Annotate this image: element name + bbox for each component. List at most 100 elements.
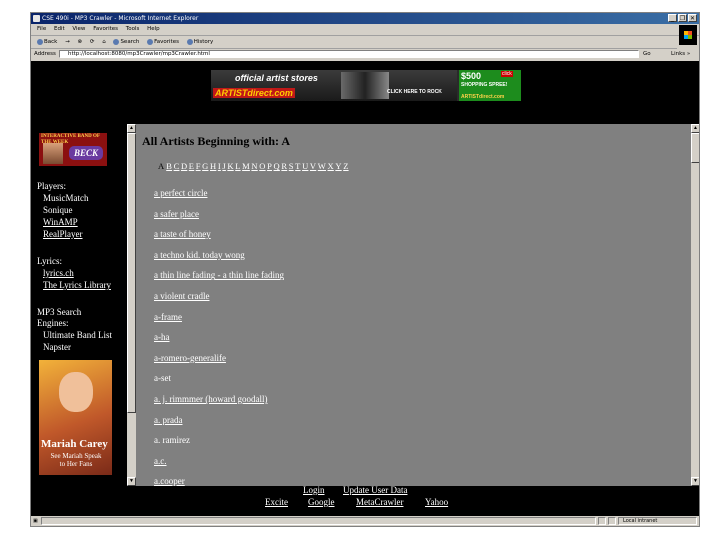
letter-link[interactable]: T (295, 161, 300, 171)
page-content: official artist stores ARTISTdirect.com … (31, 61, 699, 516)
mariah-carey-ad[interactable]: Mariah Carey See Mariah Speak to Her Fan… (39, 360, 112, 475)
menu-bar: File Edit View Favorites Tools Help (31, 24, 699, 36)
letter-link[interactable]: R (281, 161, 287, 171)
letter-link[interactable]: X (328, 161, 334, 171)
letter-link[interactable]: I (218, 161, 221, 171)
close-button[interactable]: ✕ (688, 14, 697, 22)
artist-link[interactable]: a taste of honey (154, 229, 211, 239)
letter-link[interactable]: F (196, 161, 201, 171)
footer-link-google[interactable]: Google (308, 497, 335, 507)
letter-link[interactable]: U (302, 161, 308, 171)
band-photo (43, 143, 63, 164)
promo-text: SHOPPING SPREE! (461, 82, 508, 88)
banner-brand: ARTISTdirect.com (213, 88, 295, 98)
scroll-thumb[interactable] (127, 133, 136, 413)
menu-tools[interactable]: Tools (126, 26, 140, 32)
letter-link[interactable]: W (318, 161, 326, 171)
alphabet-nav: A BCDEFGHIJKLMNOPQRSTUVWXYZ (158, 161, 350, 171)
sidebar-link-ubl[interactable]: Ultimate Band List (43, 330, 112, 341)
artist-list-frame: All Artists Beginning with: A A BCDEFGHI… (136, 124, 696, 486)
scroll-thumb[interactable] (691, 133, 699, 163)
address-input[interactable]: http://localhost:8080/mp3Crawler/mp3Craw… (59, 50, 639, 58)
forward-button[interactable]: → (65, 39, 70, 45)
letter-link[interactable]: O (259, 161, 265, 171)
letter-link[interactable]: L (235, 161, 240, 171)
menu-favorites[interactable]: Favorites (93, 26, 118, 32)
footer-link-yahoo[interactable]: Yahoo (425, 497, 448, 507)
artist-link[interactable]: a-frame (154, 312, 182, 322)
sidebar-link-realplayer[interactable]: RealPlayer (43, 229, 83, 240)
scroll-up-arrow[interactable]: ▲ (691, 124, 699, 133)
refresh-button[interactable]: ⟳ (90, 39, 95, 45)
letter-link[interactable]: C (174, 161, 180, 171)
minimize-button[interactable]: _ (668, 14, 677, 22)
artist-link[interactable]: a. prada (154, 415, 182, 425)
artist-link[interactable]: a-romero-generalife (154, 353, 226, 363)
sidebar-scrollbar[interactable]: ▲ ▼ (127, 124, 136, 486)
promo-ad[interactable]: $500 click SHOPPING SPREE! ARTISTdirect.… (459, 70, 521, 101)
back-button[interactable]: Back (37, 38, 57, 45)
sidebar-link-napster[interactable]: Napster (43, 342, 71, 353)
letter-link[interactable]: M (242, 161, 250, 171)
artist-link[interactable]: a techno kid. today wong (154, 250, 245, 260)
menu-file[interactable]: File (37, 26, 46, 32)
sidebar-link-sonique[interactable]: Sonique (43, 205, 73, 216)
engines-heading-2: Engines: (37, 318, 69, 328)
letter-link[interactable]: N (251, 161, 257, 171)
update-user-data-link[interactable]: Update User Data (343, 485, 407, 495)
menu-edit[interactable]: Edit (54, 26, 65, 32)
favorites-button[interactable]: Favorites (147, 38, 179, 45)
history-button[interactable]: History (186, 38, 213, 45)
sidebar-link-lyrics-ch[interactable]: lyrics.ch (43, 268, 74, 279)
footer-link-excite[interactable]: Excite (265, 497, 288, 507)
letter-link[interactable]: V (310, 161, 316, 171)
artist-link[interactable]: a perfect circle (154, 188, 207, 198)
history-icon (186, 38, 193, 45)
links-button[interactable]: Links » (671, 49, 690, 60)
scroll-up-arrow[interactable]: ▲ (127, 124, 136, 133)
main-scrollbar[interactable]: ▲ ▼ (691, 124, 699, 486)
maximize-button[interactable]: ❐ (678, 14, 687, 22)
letter-link[interactable]: P (267, 161, 272, 171)
banner-headline: official artist stores (235, 73, 318, 83)
band-name: BECK (69, 146, 103, 160)
banner-photo (341, 72, 389, 99)
artist-link[interactable]: a. ramirez (154, 435, 190, 445)
letter-link[interactable]: H (210, 161, 216, 171)
ad-photo (59, 372, 93, 412)
letter-link[interactable]: D (181, 161, 187, 171)
artist-link[interactable]: a violent cradle (154, 291, 209, 301)
letter-link[interactable]: K (227, 161, 233, 171)
sidebar-link-musicmatch[interactable]: MusicMatch (43, 193, 89, 204)
login-link[interactable]: Login (303, 485, 325, 495)
sidebar-link-winamp[interactable]: WinAMP (43, 217, 78, 228)
band-of-week-ad[interactable]: INTERACTIVE BAND OF THE WEEK BECK (39, 133, 107, 166)
letter-link[interactable]: G (202, 161, 208, 171)
artist-link[interactable]: a thin line fading - a thin line fading (154, 270, 284, 280)
menu-view[interactable]: View (72, 26, 85, 32)
ad-sub-line-1: See Mariah Speak (50, 452, 102, 460)
letter-link[interactable]: S (289, 161, 294, 171)
artist-link[interactable]: a-set (154, 373, 171, 383)
letter-link[interactable]: B (166, 161, 172, 171)
home-button[interactable]: ⌂ (102, 39, 106, 45)
menu-help[interactable]: Help (147, 26, 160, 32)
footer-link-metacrawler[interactable]: MetaCrawler (356, 497, 403, 507)
letter-link[interactable]: Y (335, 161, 341, 171)
artist-link[interactable]: a.c. (154, 456, 167, 466)
search-button[interactable]: Search (113, 38, 139, 45)
artist-link[interactable]: a safer place (154, 209, 199, 219)
letter-link[interactable]: E (189, 161, 194, 171)
stop-button[interactable]: ⊗ (77, 39, 82, 45)
ad-sub-line-2: to Her Fans (59, 460, 93, 468)
letter-link[interactable]: J (222, 161, 226, 171)
sidebar-link-lyrics-library[interactable]: The Lyrics Library (43, 280, 111, 291)
go-button[interactable]: Go (643, 49, 651, 60)
artist-link[interactable]: a-ha (154, 332, 170, 342)
favorites-icon (147, 38, 154, 45)
letter-link[interactable]: Q (274, 161, 280, 171)
ad-banner[interactable]: official artist stores ARTISTdirect.com … (211, 70, 521, 101)
artist-link[interactable]: a. j. rimmmer (howard goodall) (154, 394, 267, 404)
banner-cta: CLICK HERE TO ROCK (387, 89, 442, 95)
letter-link[interactable]: Z (343, 161, 348, 171)
